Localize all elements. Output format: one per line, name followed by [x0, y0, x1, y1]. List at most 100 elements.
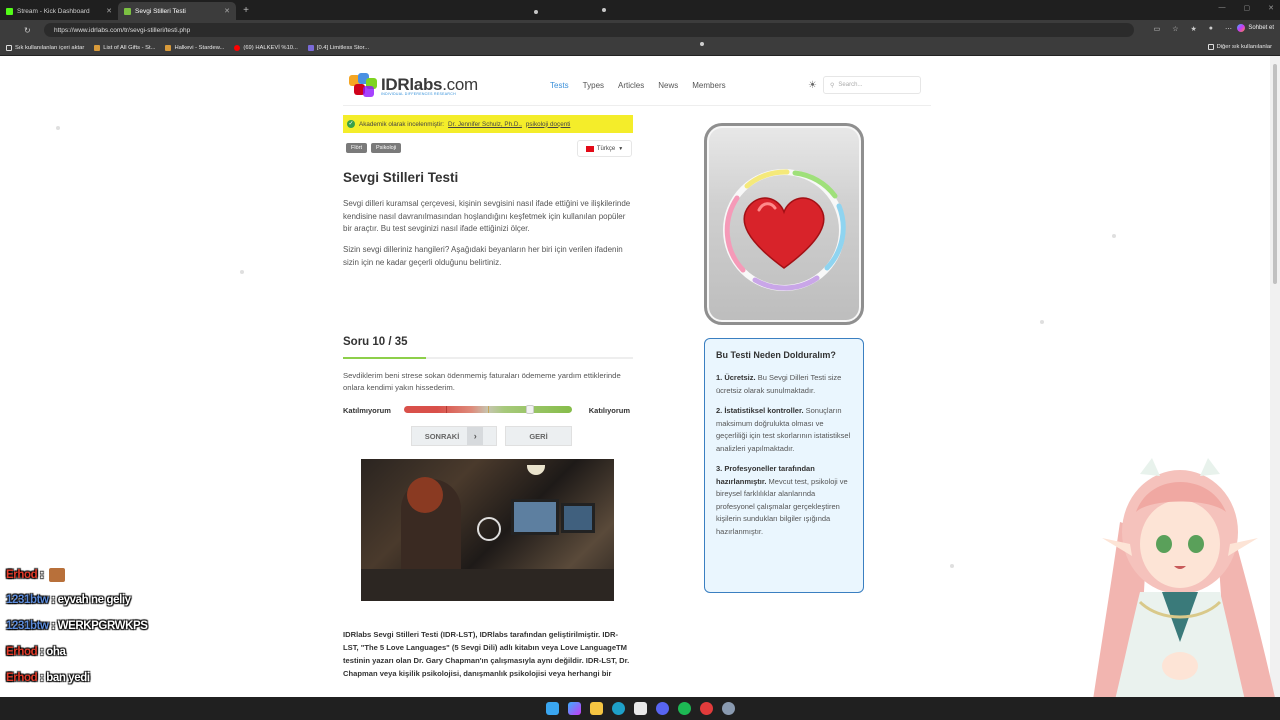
snowflake: [700, 42, 704, 46]
bookmark-gifts[interactable]: List of All Gifts - St...: [94, 44, 156, 51]
store-icon[interactable]: [633, 702, 647, 715]
file-explorer-icon[interactable]: [589, 702, 603, 715]
site-search-input[interactable]: ⚲ Search...: [823, 76, 921, 94]
play-icon[interactable]: [477, 517, 501, 541]
bookmark-label: Diğer sık kullanılanlar: [1216, 44, 1272, 50]
chat-username: Erhod: [6, 646, 38, 658]
header-divider: [343, 105, 931, 106]
url-field[interactable]: https://www.idrlabs.com/tr/sevgi-stiller…: [44, 23, 1134, 37]
chat-username: 1231btw: [6, 594, 49, 606]
tab-sevgi-stilleri[interactable]: Sevgi Stilleri Testi ✕: [118, 2, 236, 20]
reader-icon[interactable]: ▭: [1154, 25, 1161, 33]
bookmark-label: (69) HALKEVİ %10...: [243, 44, 298, 51]
monitor: [511, 499, 559, 535]
mixing-desk: [361, 569, 614, 601]
snowflake: [1040, 320, 1044, 324]
profile-icon[interactable]: ●: [1209, 25, 1213, 33]
reviewer-link[interactable]: Dr. Jennifer Schulz, Ph.D.,: [448, 121, 522, 128]
tag-flort[interactable]: Flört: [346, 143, 367, 153]
language-select[interactable]: Türkçe ▼: [577, 140, 632, 157]
nav-articles[interactable]: Articles: [618, 81, 644, 90]
folder-icon: [6, 44, 12, 51]
close-tab-icon[interactable]: ✕: [224, 7, 230, 15]
discord-icon[interactable]: [655, 702, 669, 715]
theme-toggle-sun-icon[interactable]: ☀: [808, 80, 817, 91]
nav-news[interactable]: News: [658, 81, 678, 90]
maximize-icon[interactable]: ▢: [1244, 4, 1251, 12]
slider-handle[interactable]: [526, 405, 534, 414]
edge-icon[interactable]: [611, 702, 625, 715]
chat-message: 1231btw : WERKPGRWKPS: [6, 620, 148, 632]
reviewer-role-link[interactable]: psikoloji doçenti: [526, 121, 570, 128]
next-button[interactable]: SONRAKİ ›: [411, 426, 497, 446]
tab-title: Sevgi Stilleri Testi: [135, 7, 186, 15]
tab-title: Stream - Kick Dashboard: [17, 7, 90, 15]
bookmark-halkevi[interactable]: Halkevi - Stardew...: [165, 44, 224, 51]
back-button[interactable]: GERİ: [505, 426, 572, 446]
bookmark-youtube[interactable]: (69) HALKEVİ %10...: [234, 44, 298, 51]
question-text: Sevdiklerim beni strese sokan ödenmemiş …: [343, 371, 621, 392]
bookmark-label: Sık kullanılanları içeri aktar: [15, 44, 85, 51]
idrlabs-icon: [124, 7, 131, 15]
bookmark-label: [0.4] Limitless Stor...: [316, 44, 370, 51]
windows-start-icon[interactable]: [545, 702, 559, 715]
copilot-icon: [1237, 24, 1246, 32]
chat-emote-icon: [49, 568, 66, 582]
love-languages-heart-image: [704, 123, 864, 325]
copilot-icon[interactable]: [567, 702, 581, 715]
more-icon[interactable]: ⋯: [1225, 25, 1232, 33]
bookmark-limitless[interactable]: [0.4] Limitless Stor...: [307, 44, 370, 51]
heart-ring-icon: [723, 169, 846, 291]
next-label: SONRAKİ: [424, 431, 460, 441]
search-icon: ⚲: [830, 82, 835, 89]
scale-tick: [446, 406, 447, 413]
favorites-icon[interactable]: ★: [1190, 25, 1196, 33]
chat-message: Erhod : oha: [6, 646, 66, 658]
spotify-icon[interactable]: [677, 702, 691, 715]
bookmark-icon: [307, 44, 314, 51]
chevron-right-icon: ›: [467, 427, 484, 445]
star-icon[interactable]: ☆: [1172, 25, 1178, 33]
agreement-slider[interactable]: [404, 405, 572, 414]
tag-psikoloji[interactable]: Psikoloji: [371, 143, 402, 153]
chevron-down-icon: ▼: [618, 145, 624, 152]
why-take-test-box: Bu Testi Neden Dolduralım? 1. Ücretsiz. …: [704, 338, 864, 593]
language-label: Türkçe: [596, 145, 616, 152]
academic-prefix: Akademik olarak incelenmiştir:: [359, 120, 445, 128]
app-icon[interactable]: [699, 702, 713, 715]
bookmark-import[interactable]: Sık kullanılanları içeri aktar: [6, 44, 85, 51]
chat-text: oha: [46, 646, 66, 658]
nav-types[interactable]: Types: [583, 81, 604, 90]
snowflake: [240, 270, 244, 274]
folder-icon: [1207, 44, 1214, 50]
video-thumbnail[interactable]: [361, 459, 614, 601]
check-icon: ✓: [347, 120, 355, 128]
bookmarks-bar: Sık kullanılanları içeri aktar List of A…: [0, 40, 1280, 56]
page-title: Sevgi Stilleri Testi: [343, 170, 459, 185]
site-logo[interactable]: IDRlabs.com INDIVIDUAL DIFFERENCES RESEA…: [349, 73, 478, 97]
why-title: Bu Testi Neden Dolduralım?: [716, 350, 836, 360]
close-window-icon[interactable]: ✕: [1268, 4, 1274, 12]
browser-tab-bar: Stream - Kick Dashboard ✕ Sevgi Stilleri…: [0, 0, 1280, 20]
snowflake: [1112, 234, 1116, 238]
tab-kick-dashboard[interactable]: Stream - Kick Dashboard ✕: [0, 2, 118, 20]
category-tags: Flört Psikoloji: [346, 143, 402, 153]
other-bookmarks[interactable]: Diğer sık kullanılanlar: [1207, 44, 1272, 50]
about-test-paragraph: IDRlabs Sevgi Stilleri Testi (IDR-LST), …: [343, 630, 630, 678]
reload-icon[interactable]: ↻: [24, 26, 31, 35]
snowflake: [950, 564, 954, 568]
minimize-icon[interactable]: —: [1219, 4, 1226, 12]
close-tab-icon[interactable]: ✕: [106, 7, 112, 15]
chat-username: Erhod: [6, 569, 38, 582]
bookmark-label: List of All Gifts - St...: [103, 44, 156, 51]
why-item-1: 1. Ücretsiz. Bu Sevgi Dilleri Testi size…: [716, 373, 842, 395]
nav-tests[interactable]: Tests: [550, 81, 569, 90]
copilot-chat-button[interactable]: Sohbet et: [1237, 24, 1274, 32]
new-tab-button[interactable]: +: [236, 2, 256, 20]
settings-gear-icon[interactable]: [721, 702, 735, 715]
chat-message: Erhod : ban yedi: [6, 672, 90, 684]
logo-hexagons-icon: [349, 73, 377, 97]
intro-paragraph: Sevgi dilleri kuramsal çerçevesi, kişini…: [343, 199, 631, 233]
nav-members[interactable]: Members: [692, 81, 725, 90]
scrollbar-thumb[interactable]: [1273, 64, 1277, 284]
